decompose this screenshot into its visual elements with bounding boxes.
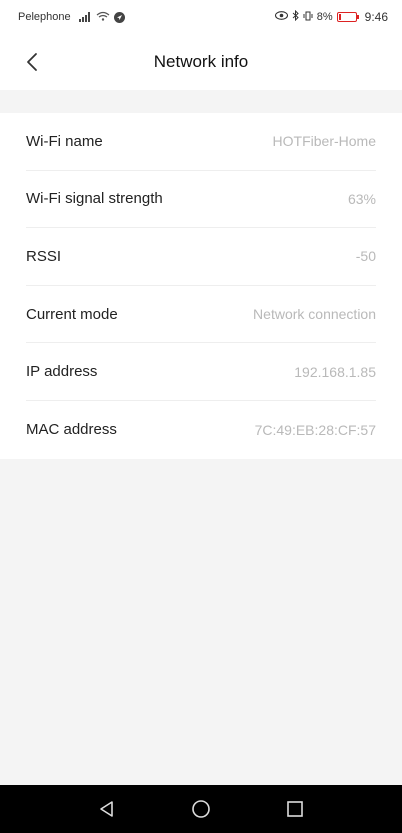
nav-home-button[interactable]: [181, 789, 221, 829]
row-label: IP address: [26, 363, 98, 381]
battery-icon: [336, 12, 359, 22]
carrier-name: Pelephone: [18, 11, 71, 23]
navigation-icon: [113, 11, 125, 23]
network-info-list: Wi-Fi name HOTFiber-Home Wi-Fi signal st…: [0, 113, 402, 459]
row-value: 7C:49:EB:28:CF:57: [254, 421, 376, 438]
status-left: Pelephone: [18, 11, 125, 24]
circle-home-icon: [192, 800, 210, 818]
row-value: 192.168.1.85: [294, 363, 376, 380]
nav-back-button[interactable]: [87, 789, 127, 829]
battery-percent: 8%: [316, 11, 333, 23]
row-value: Network connection: [253, 306, 376, 323]
info-row-current-mode: Current mode Network connection: [26, 286, 376, 344]
square-recents-icon: [287, 801, 303, 817]
status-right: 8% 9:46: [274, 9, 388, 24]
row-value: -50: [355, 248, 376, 265]
nav-recents-button[interactable]: [275, 789, 315, 829]
eye-icon: [274, 11, 288, 23]
row-label: MAC address: [26, 421, 117, 439]
page-title: Network info: [153, 52, 249, 71]
status-bar: Pelephone 8% 9:46: [0, 0, 402, 34]
system-nav-bar: [0, 785, 402, 833]
row-label: RSSI: [26, 247, 62, 265]
wifi-icon: [96, 11, 110, 24]
row-label: Current mode: [26, 305, 118, 323]
vibrate-icon: [303, 11, 313, 24]
info-row-wifi-name: Wi-Fi name HOTFiber-Home: [26, 113, 376, 171]
info-row-rssi: RSSI -50: [26, 228, 376, 286]
info-row-signal-strength: Wi-Fi signal strength 63%: [26, 171, 376, 229]
cell-signal-icon: [78, 12, 90, 22]
section-divider: [0, 90, 402, 113]
triangle-back-icon: [100, 801, 113, 817]
row-label: Wi-Fi name: [26, 132, 103, 150]
row-value: 63%: [347, 190, 376, 207]
app-header: Network info: [0, 34, 402, 90]
info-row-ip-address: IP address 192.168.1.85: [26, 343, 376, 401]
row-value: HOTFiber-Home: [272, 133, 376, 150]
row-label: Wi-Fi signal strength: [26, 190, 163, 208]
bluetooth-icon: [292, 9, 299, 24]
clock: 9:46: [364, 10, 388, 24]
info-row-mac-address: MAC address 7C:49:EB:28:CF:57: [26, 401, 376, 459]
